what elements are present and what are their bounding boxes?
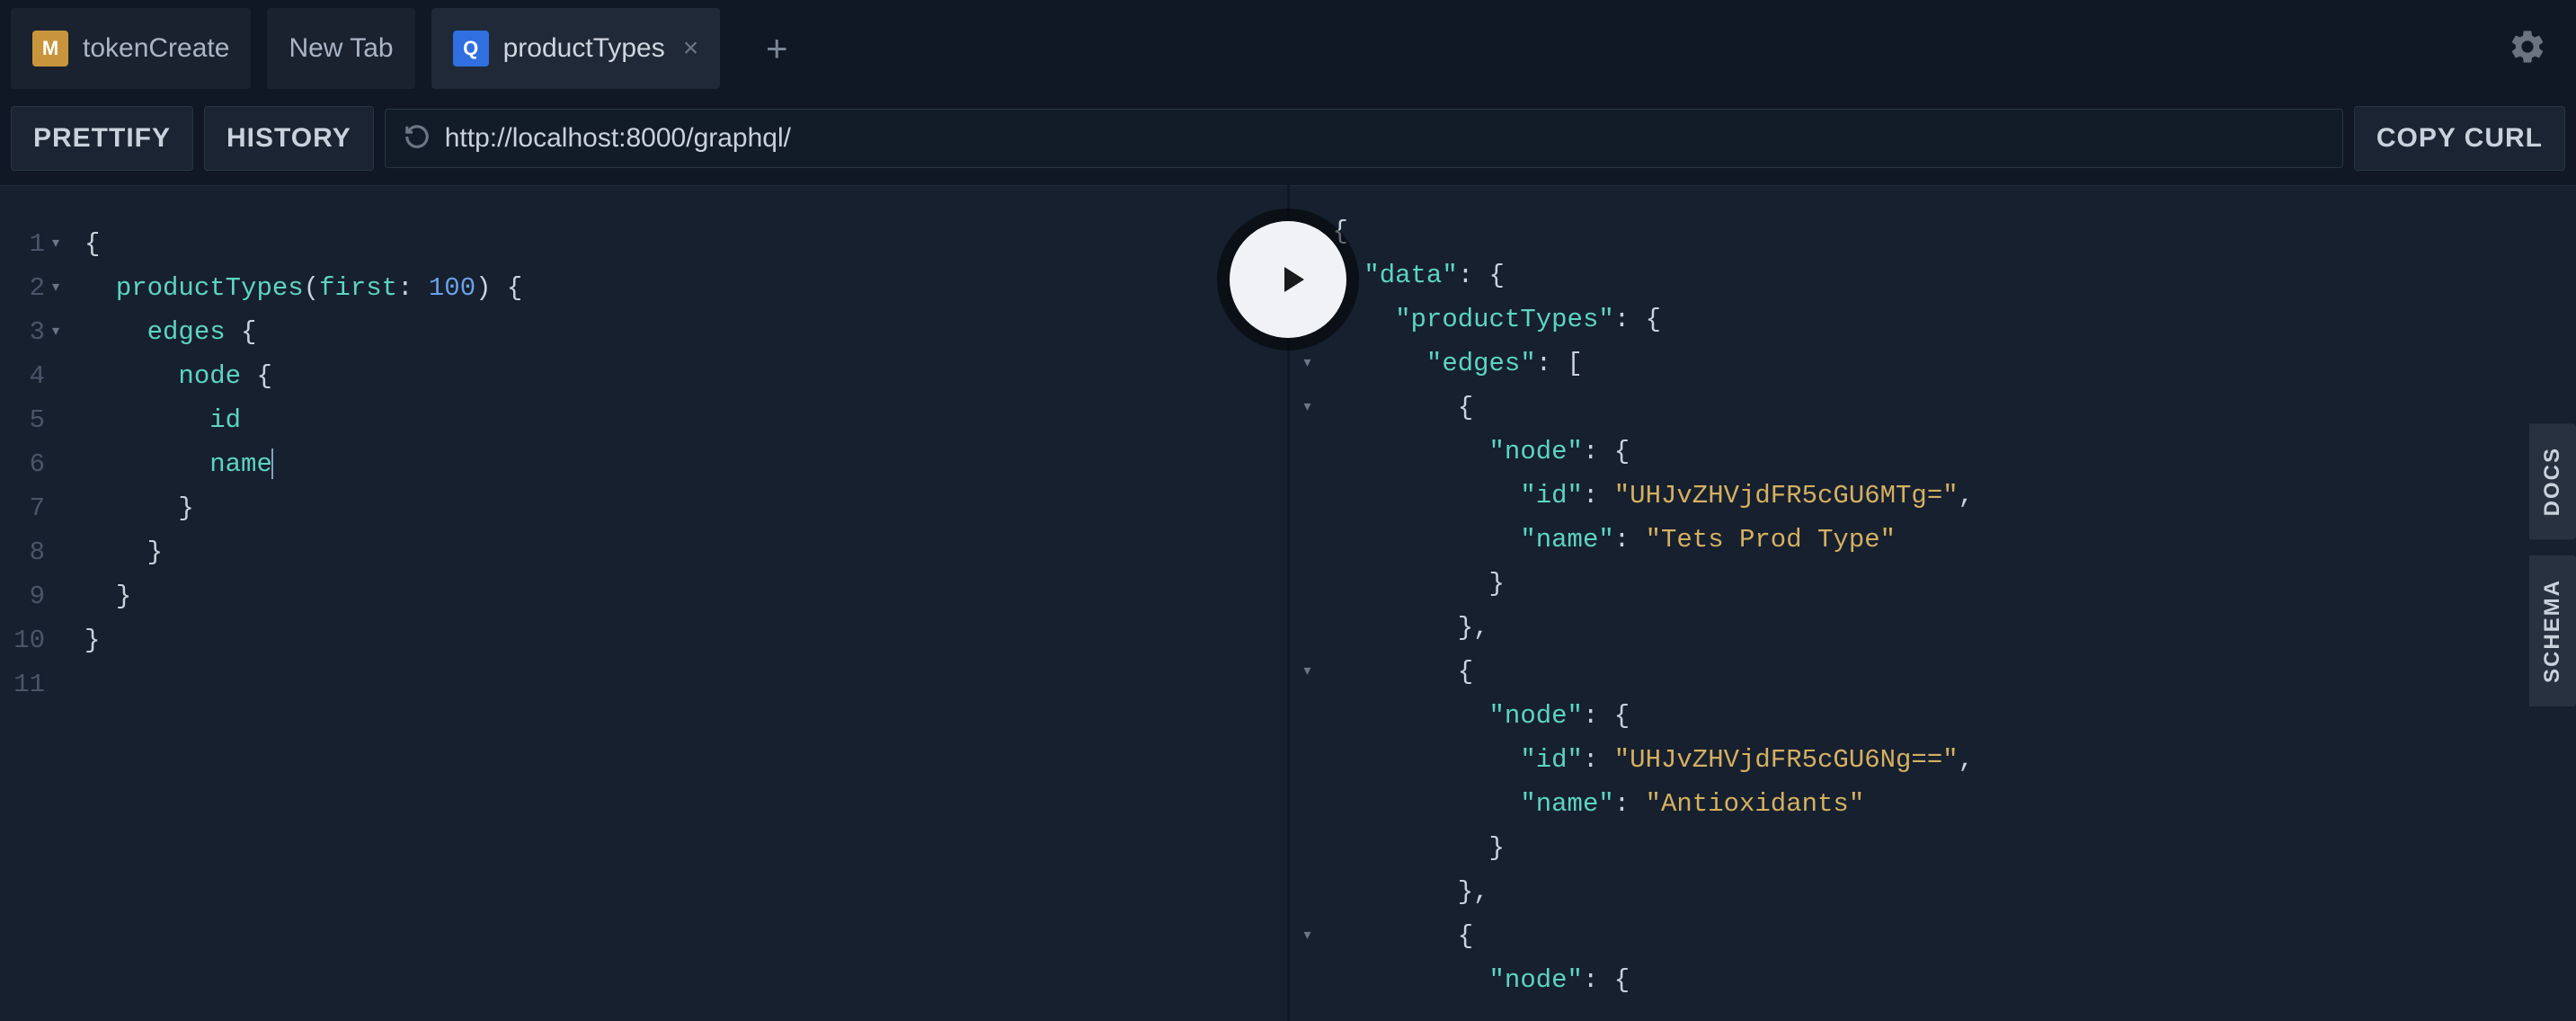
toolbar: PRETTIFY HISTORY COPY CURL (0, 97, 2576, 185)
tab-tokencreate[interactable]: M tokenCreate (11, 8, 251, 89)
result-viewer[interactable]: ▾▾▾▾▾▾▾ { "data": { "productTypes": { "e… (1290, 185, 2576, 1021)
close-icon[interactable]: × (683, 33, 699, 64)
tab-new[interactable]: New Tab (267, 8, 414, 89)
query-editor[interactable]: 1 2 3 4 5 6 7 8 9 10 11 ▾▾▾ { productTyp… (0, 185, 1287, 1021)
add-tab-button[interactable]: + (736, 8, 817, 89)
tab-label: productTypes (503, 33, 665, 64)
url-bar (385, 109, 2343, 168)
tab-bar: M tokenCreate New Tab Q productTypes × + (0, 0, 2576, 97)
query-code[interactable]: { productTypes(first: 100) { edges { nod… (74, 186, 522, 1021)
tab-badge-mutation: M (32, 31, 68, 67)
tab-producttypes[interactable]: Q productTypes × (431, 8, 721, 89)
settings-button[interactable] (2508, 27, 2547, 71)
tab-label: New Tab (289, 33, 393, 64)
tab-badge-query: Q (453, 31, 489, 67)
history-button[interactable]: HISTORY (204, 106, 374, 171)
tab-label: tokenCreate (83, 33, 229, 64)
fold-gutter: ▾▾▾ (52, 186, 74, 1021)
docs-tab[interactable]: DOCS (2529, 423, 2576, 539)
gear-icon (2508, 27, 2547, 67)
schema-tab[interactable]: SCHEMA (2529, 555, 2576, 706)
execute-button[interactable] (1230, 221, 1346, 338)
reload-icon[interactable] (404, 123, 431, 155)
text-cursor (271, 448, 273, 479)
side-tabs: DOCS SCHEMA (2529, 423, 2576, 723)
line-gutter: 1 2 3 4 5 6 7 8 9 10 11 (0, 186, 52, 1021)
prettify-button[interactable]: PRETTIFY (11, 106, 193, 171)
copy-curl-button[interactable]: COPY CURL (2354, 106, 2565, 171)
endpoint-input[interactable] (445, 123, 2324, 154)
result-code: { "data": { "productTypes": { "edges": [… (1326, 186, 1975, 1021)
play-icon (1270, 258, 1313, 301)
workspace: 1 2 3 4 5 6 7 8 9 10 11 ▾▾▾ { productTyp… (0, 185, 2576, 1021)
